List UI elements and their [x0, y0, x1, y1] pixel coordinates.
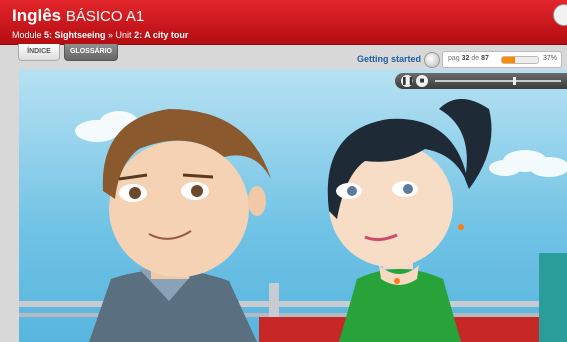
getting-started-link[interactable]: Getting started	[357, 54, 421, 64]
page-separator: de	[469, 55, 482, 62]
progress-bar	[501, 56, 539, 64]
media-controls: ❚❚ ■	[395, 73, 567, 89]
progress-fill	[502, 57, 516, 63]
pause-button[interactable]: ❚❚	[401, 75, 414, 87]
course-title-main: Inglês	[12, 6, 62, 25]
course-header: Inglês BÁSICO A1 Module 5: Sightseeing »…	[0, 0, 567, 45]
window-control-icon[interactable]	[553, 4, 567, 26]
status-bar: Getting started pag 32 de 87 37%	[0, 48, 567, 68]
seek-track[interactable]	[435, 80, 561, 82]
page-prefix: pag	[448, 55, 462, 62]
breadcrumb-module-prefix: Module	[12, 30, 45, 40]
page-total: 87	[481, 55, 489, 62]
audio-level-icon[interactable]	[424, 52, 440, 68]
stop-button[interactable]: ■	[416, 75, 428, 87]
progress-percent: 37%	[542, 55, 557, 62]
breadcrumb-unit: 2: A city tour	[134, 30, 189, 40]
breadcrumb-module: 5: Sightseeing	[44, 30, 106, 40]
course-level: BÁSICO A1	[65, 8, 145, 25]
breadcrumb-separator: » Unit	[105, 30, 135, 40]
lesson-animation-stage	[19, 69, 567, 342]
seek-handle[interactable]	[513, 77, 517, 85]
man-character	[89, 109, 271, 342]
dialogue-illustration	[19, 99, 567, 342]
page-indicator: pag 32 de 87 37%	[442, 51, 562, 68]
page-counter: pag 32 de 87	[448, 55, 489, 62]
breadcrumb: Module 5: Sightseeing » Unit 2: A city t…	[12, 30, 188, 40]
course-title: Inglês BÁSICO A1	[12, 6, 144, 27]
